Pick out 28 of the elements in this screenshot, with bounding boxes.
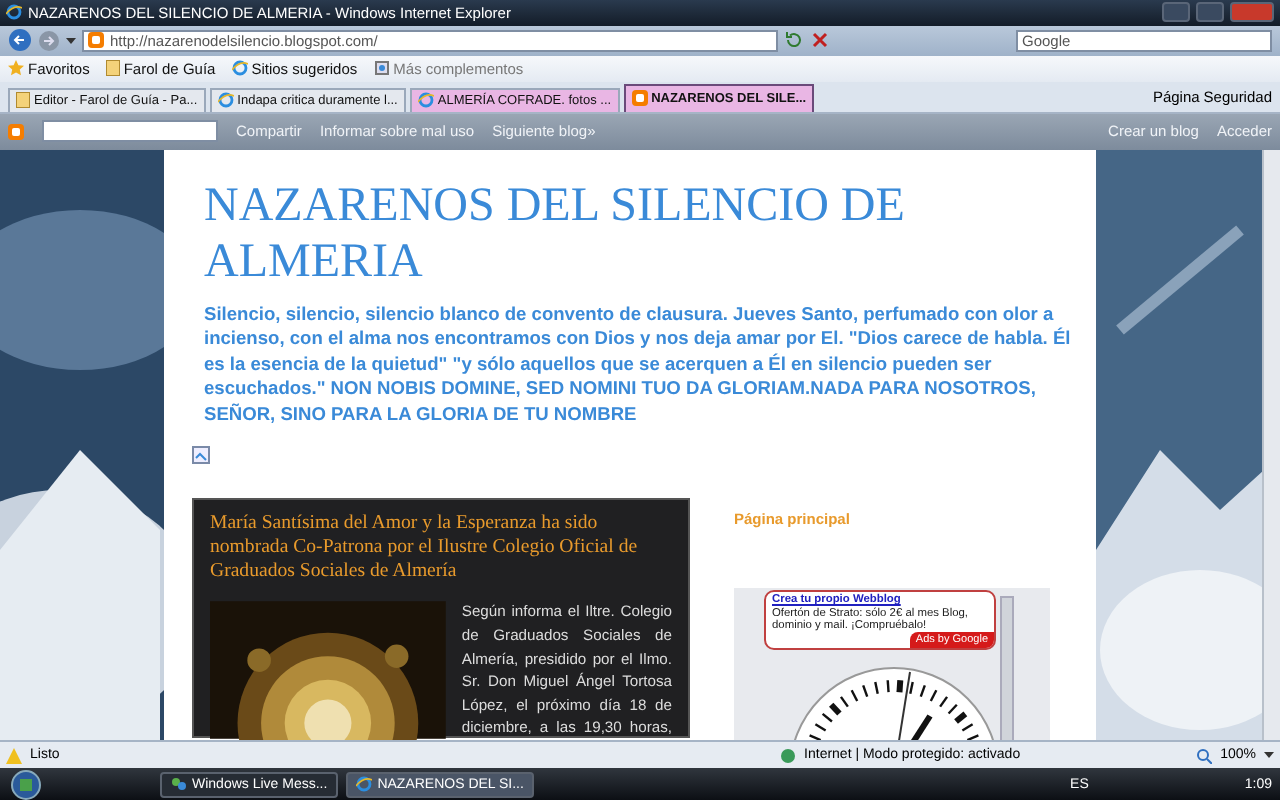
blogger-logo-icon xyxy=(631,90,648,107)
ie-logo-icon xyxy=(217,92,234,109)
globe-icon xyxy=(780,747,797,764)
ie-logo-icon xyxy=(231,60,248,77)
blogger-logo-icon xyxy=(8,123,24,140)
page-icon xyxy=(16,92,30,109)
addon-icon xyxy=(373,60,390,77)
messenger-icon xyxy=(170,776,186,793)
ie-logo-icon xyxy=(417,92,434,109)
ie-logo-icon xyxy=(355,776,372,793)
stop-icon[interactable] xyxy=(810,30,830,51)
ie-logo-icon xyxy=(6,4,22,21)
caret-icon xyxy=(1264,752,1274,759)
close-button[interactable] xyxy=(1230,2,1274,23)
forward-button[interactable] xyxy=(38,29,60,52)
blogger-logo-icon xyxy=(88,32,104,49)
scrollbar[interactable] xyxy=(1262,149,1280,741)
maximize-button[interactable] xyxy=(1196,2,1224,23)
start-button[interactable] xyxy=(8,769,44,800)
minimize-button[interactable] xyxy=(1162,2,1190,23)
caret-icon xyxy=(66,37,76,44)
page-icon xyxy=(105,60,120,77)
star-icon xyxy=(8,60,24,77)
back-button[interactable] xyxy=(8,28,32,53)
blog-search-field[interactable] xyxy=(42,120,218,143)
warning-icon xyxy=(6,747,22,764)
zoom-icon xyxy=(1196,747,1213,764)
refresh-icon[interactable] xyxy=(784,30,804,51)
